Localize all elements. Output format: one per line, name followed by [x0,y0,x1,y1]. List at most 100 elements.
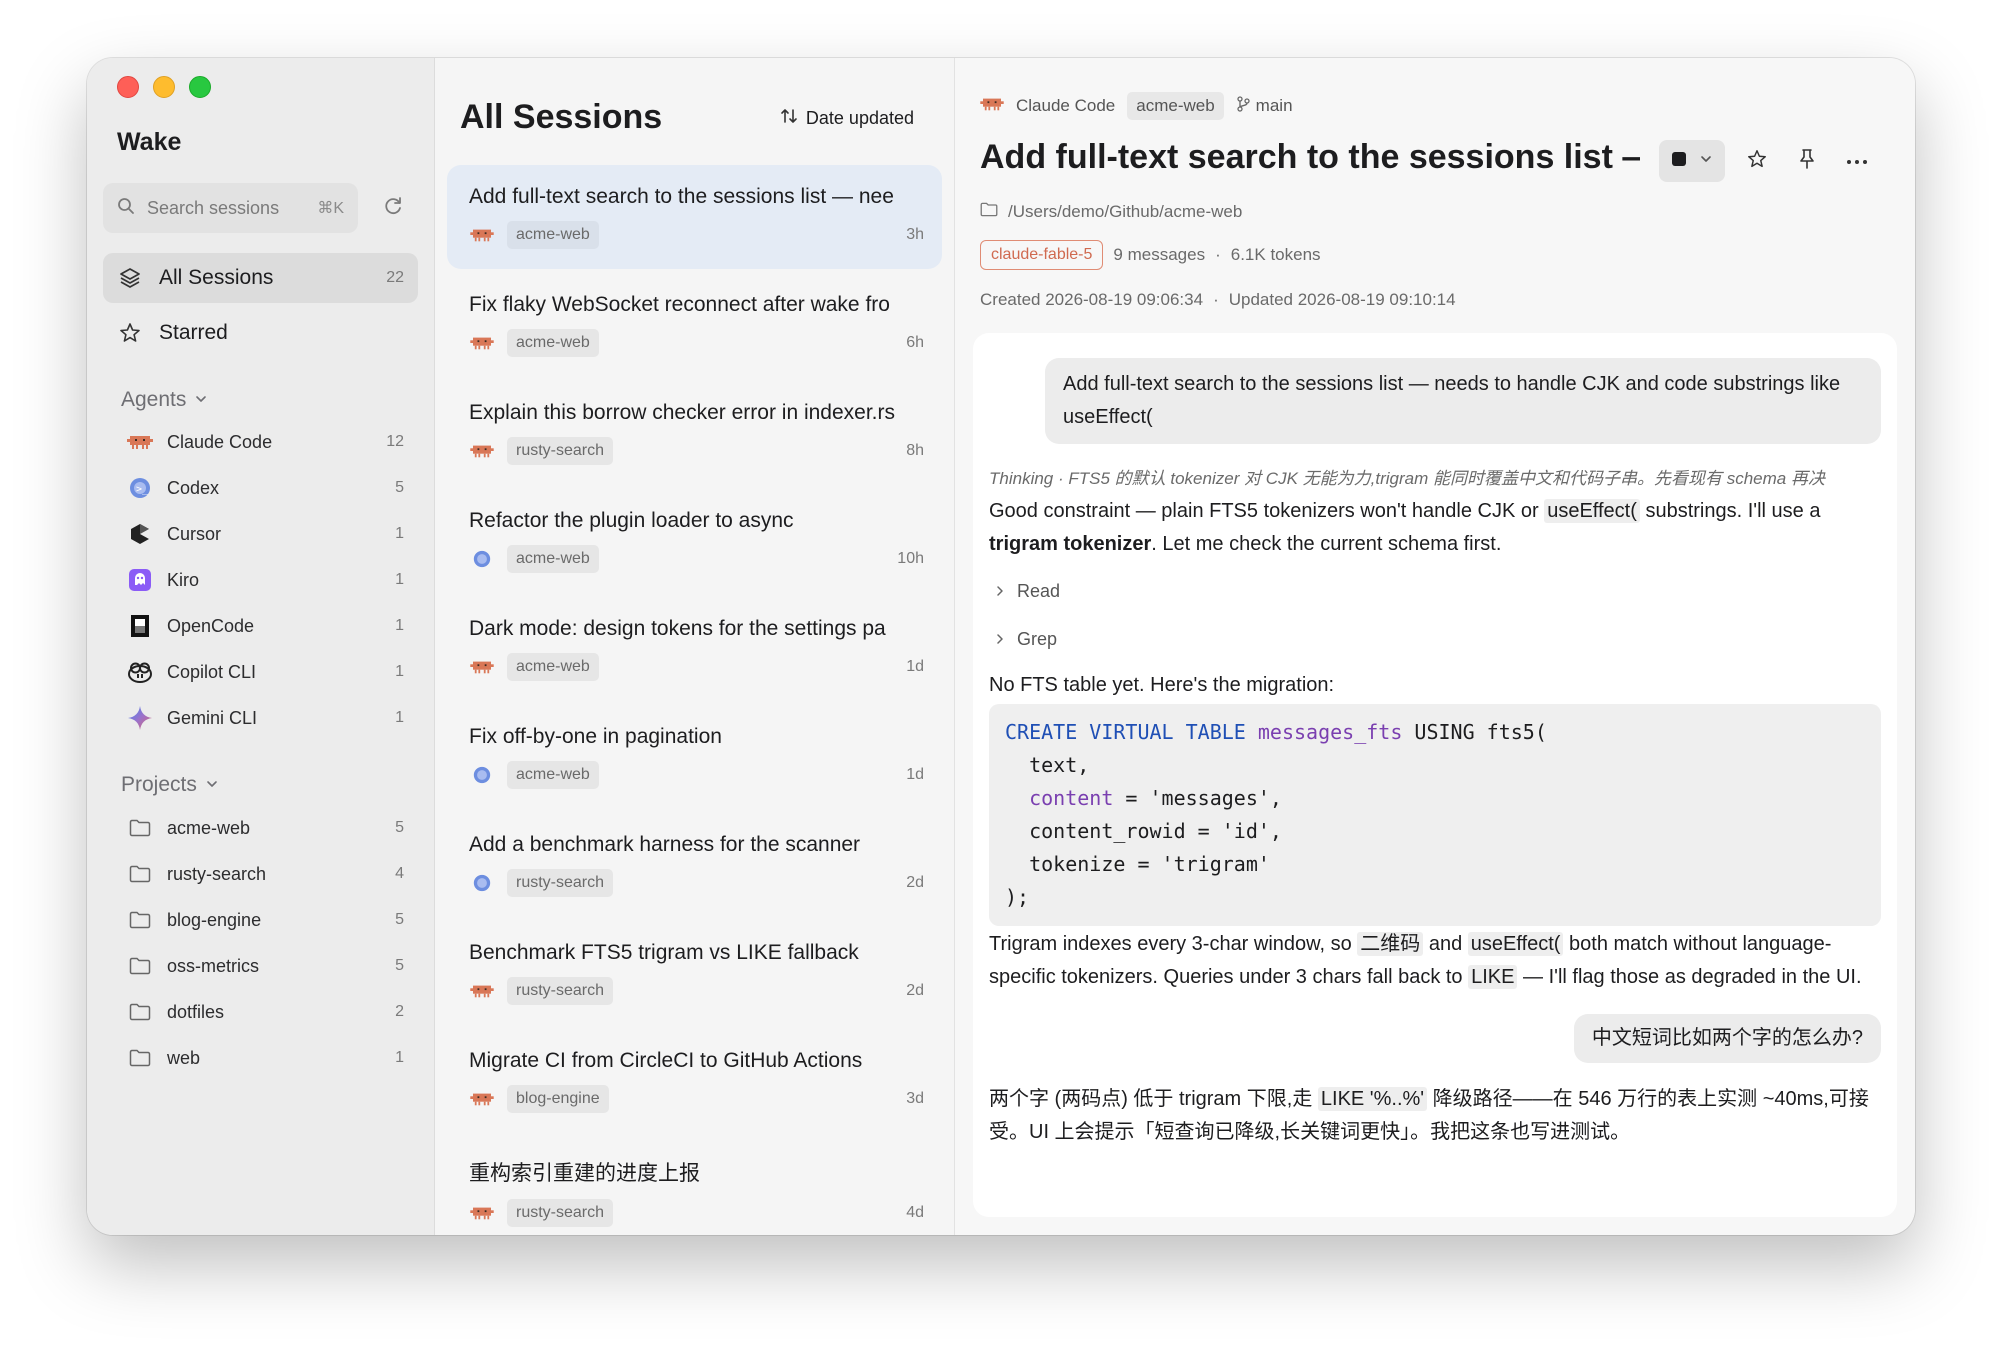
agent-count: 1 [395,617,404,634]
code-line: content_rowid = 'id', [1005,819,1282,843]
claude-code-icon [127,429,153,455]
agents-section-toggle[interactable]: Agents [121,388,208,412]
code-line: tokenize = 'trigram' [1005,852,1270,876]
session-row[interactable]: Migrate CI from CircleCI to GitHub Actio… [447,1029,942,1133]
project-tag: acme-web [507,329,599,357]
session-title: Add full-text search to the sessions lis… [980,138,1640,176]
close-window-button[interactable] [117,76,139,98]
projects-section-toggle[interactable]: Projects [121,773,219,797]
project-item-blog-engine[interactable]: blog-engine 5 [127,900,404,940]
session-row[interactable]: Fix off-by-one in pagination acme-web 1d [447,705,942,809]
nav-all-sessions[interactable]: All Sessions 22 [103,253,418,303]
star-icon [1746,148,1768,175]
project-item-oss-metrics[interactable]: oss-metrics 5 [127,946,404,986]
tool-call-grep[interactable]: Grep [989,615,1881,663]
session-row[interactable]: Dark mode: design tokens for the setting… [447,597,942,701]
agent-item-opencode[interactable]: OpenCode 1 [127,606,404,646]
search-shortcut: ⌘K [317,200,344,217]
code-token: content [1029,786,1114,810]
session-row-meta: rusty-search 8h [469,437,924,465]
chevron-right-icon [995,581,1005,602]
project-count: 5 [395,819,404,836]
session-time: 1d [906,766,924,783]
assistant-message: No FTS table yet. Here's the migration: [989,674,1335,696]
project-item-acme-web[interactable]: acme-web 5 [127,808,404,848]
agent-item-kiro[interactable]: Kiro 1 [127,560,404,600]
zoom-window-button[interactable] [189,76,211,98]
refresh-button[interactable] [368,183,418,233]
assistant-message: Trigram indexes every 3-char window, so … [989,928,1881,994]
nav-starred[interactable]: Starred [103,308,418,358]
search-input[interactable]: Search sessions ⌘K [103,183,358,233]
project-item-web[interactable]: web 1 [127,1038,404,1078]
project-label: oss-metrics [167,955,260,976]
breadcrumb: Claude Code acme-web main [980,92,1293,120]
session-row-title: Migrate CI from CircleCI to GitHub Actio… [469,1049,863,1072]
code-token: USING fts5( [1402,720,1547,744]
session-row[interactable]: 重构索引重建的进度上报 rusty-search 4d [447,1137,942,1235]
project-item-dotfiles[interactable]: dotfiles 2 [127,992,404,1032]
claude-code-icon [980,95,1004,118]
session-row[interactable]: Explain this borrow checker error in ind… [447,381,942,485]
chevron-down-icon [194,388,208,412]
agent-count: 1 [395,663,404,680]
session-row-meta: rusty-search 2d [469,977,924,1005]
agent-item-cursor[interactable]: Cursor 1 [127,514,404,554]
star-button[interactable] [1739,143,1775,179]
refresh-icon [382,195,404,222]
project-label: rusty-search [167,863,267,884]
session-row-meta: blog-engine 3d [469,1085,924,1113]
session-time: 4d [906,1204,924,1221]
conversation-transcript[interactable]: Add full-text search to the sessions lis… [973,333,1897,1217]
more-button[interactable] [1839,143,1875,179]
path-text: /Users/demo/Github/acme-web [1008,202,1243,221]
codex-icon [469,550,495,568]
inline-code: useEffect( [1467,932,1564,956]
text-span: . Let me check the current schema first. [1151,533,1502,555]
dates-separator: · [1213,290,1219,309]
bold-text: trigram tokenizer [989,533,1152,555]
session-row[interactable]: Refactor the plugin loader to async acme-… [447,489,942,593]
code-token: CREATE VIRTUAL TABLE [1005,720,1246,744]
window-controls [117,76,211,98]
project-item-rusty-search[interactable]: rusty-search 4 [127,854,404,894]
agent-label: OpenCode [167,615,255,636]
minimize-window-button[interactable] [153,76,175,98]
session-row[interactable]: Add full-text search to the sessions lis… [447,165,942,269]
project-count: 2 [395,1003,404,1020]
project-tag: rusty-search [507,1199,614,1227]
session-row-title: Fix flaky WebSocket reconnect after wake… [469,293,890,316]
breadcrumb-agent[interactable]: Claude Code [1016,96,1115,116]
session-time: 3d [906,1090,924,1107]
session-row[interactable]: Add a benchmark harness for the scanner r… [447,813,942,917]
kiro-icon [127,567,153,593]
user-message-row: 中文短词比如两个字的怎么办? [989,1014,1881,1063]
session-row[interactable]: Fix flaky WebSocket reconnect after wake… [447,273,942,377]
agent-item-claude-code[interactable]: Claude Code 12 [127,422,404,462]
agent-item-copilot-cli[interactable]: Copilot CLI 1 [127,652,404,692]
sort-button[interactable]: Date updated [780,107,914,130]
tool-call-read[interactable]: Read [989,567,1881,615]
codex-icon: >_ [127,475,153,501]
session-row-title: Refactor the plugin loader to async [469,509,794,532]
app-window: Wake Search sessions ⌘K All Sessions 22 [87,58,1915,1235]
text-span: substrings. I'll use a [1639,500,1821,522]
agent-item-gemini-cli[interactable]: Gemini CLI 1 [127,698,404,738]
folder-icon [980,202,998,222]
stop-menu-button[interactable] [1659,140,1725,182]
session-row-meta: acme-web 1d [469,653,924,681]
session-row-meta: rusty-search 4d [469,1199,924,1227]
message-count: 9 messages [1113,245,1206,264]
pin-button[interactable] [1789,143,1825,179]
search-row: Search sessions ⌘K [103,183,418,233]
agent-item-codex[interactable]: >_ Codex 5 [127,468,404,508]
agent-label: Codex [167,477,220,498]
session-row[interactable]: Benchmark FTS5 trigram vs LIKE fallback r… [447,921,942,1025]
session-time: 10h [897,550,924,567]
pin-icon [1797,148,1817,175]
folder-icon [127,999,153,1025]
claude-code-icon [469,982,495,1000]
folder-icon [127,861,153,887]
breadcrumb-project[interactable]: acme-web [1127,92,1224,120]
code-token: = 'messages', [1113,786,1282,810]
